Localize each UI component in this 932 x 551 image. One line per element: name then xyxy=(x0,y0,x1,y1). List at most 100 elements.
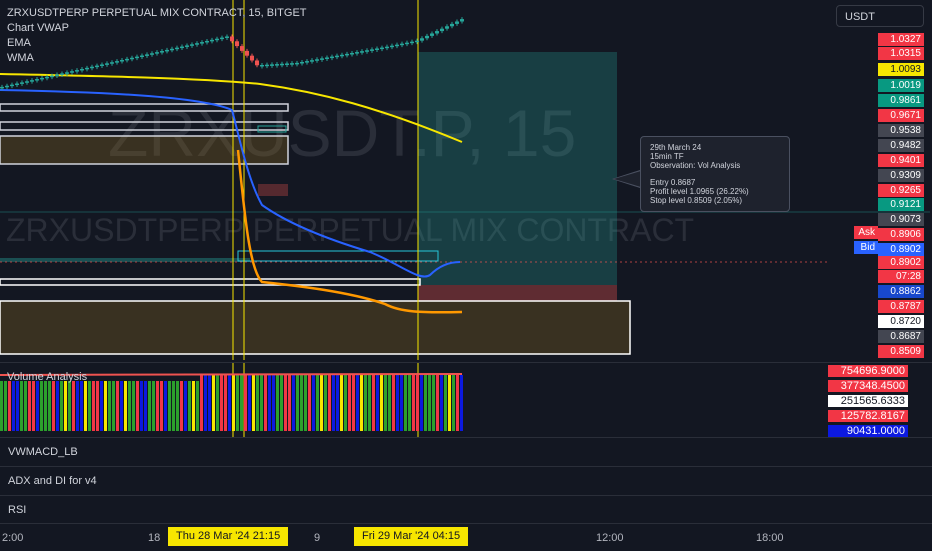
ema-line xyxy=(0,89,461,278)
candle xyxy=(85,67,89,70)
volume-bar xyxy=(228,375,231,431)
candle xyxy=(445,26,449,29)
candle xyxy=(100,64,104,66)
currency-label: USDT xyxy=(845,11,875,23)
volume-bar xyxy=(280,375,283,431)
rsi-pane[interactable]: RSI xyxy=(0,495,932,525)
candle xyxy=(5,85,9,88)
volume-bar xyxy=(284,375,287,431)
candle xyxy=(460,19,464,22)
volume-bar xyxy=(76,381,79,431)
candle xyxy=(240,46,244,51)
symbol-title[interactable]: ZRXUSDTPERP PERPETUAL MIX CONTRACT, 15, … xyxy=(7,7,307,19)
candle xyxy=(335,55,339,58)
candle xyxy=(110,62,114,64)
demand-zone-box xyxy=(0,300,631,355)
price-chart-pane[interactable]: ZRXUSDT.P, 15 ZRXUSDTPERP PERPETUAL MIX … xyxy=(0,0,932,360)
volume-bar xyxy=(272,375,275,431)
candle xyxy=(395,44,399,47)
candle xyxy=(165,49,169,52)
zone-box xyxy=(0,121,289,131)
volume-bar xyxy=(400,375,403,431)
price-level-label: 0.9309 xyxy=(878,169,924,182)
volume-bar xyxy=(192,381,195,431)
volume-pane-title[interactable]: Volume Analysis xyxy=(7,371,87,383)
volume-bar xyxy=(296,375,299,431)
volume-bar xyxy=(32,381,35,431)
candle xyxy=(10,84,14,87)
price-level-label: 0.8720 xyxy=(878,315,924,328)
price-chart-canvas[interactable] xyxy=(0,0,932,360)
candle xyxy=(170,48,174,51)
volume-bar xyxy=(356,375,359,431)
ask-label: Ask xyxy=(854,226,878,239)
candle xyxy=(50,75,54,78)
time-label: 12:00 xyxy=(596,532,624,544)
volume-bar xyxy=(372,375,375,431)
volume-bar xyxy=(196,381,199,431)
candle xyxy=(270,64,274,66)
legend-vwap[interactable]: Chart VWAP xyxy=(7,22,69,34)
candle xyxy=(305,61,309,63)
zone-box xyxy=(0,278,421,286)
candle xyxy=(250,55,254,61)
time-label: 18 xyxy=(148,532,161,544)
volume-bar xyxy=(336,375,339,431)
candle xyxy=(285,63,289,65)
volume-bar xyxy=(408,375,411,431)
volume-bar xyxy=(300,375,303,431)
candle xyxy=(430,33,434,36)
candle xyxy=(150,53,154,55)
price-level-label: 1.0315 xyxy=(878,47,924,60)
candle xyxy=(115,61,119,63)
candle xyxy=(295,62,299,65)
volume-bar xyxy=(116,381,119,431)
candle xyxy=(195,43,199,45)
volume-level-label: 754696.9000 xyxy=(828,365,908,377)
candle xyxy=(355,52,359,54)
volume-bar xyxy=(276,375,279,431)
candle xyxy=(130,57,134,60)
volume-bar xyxy=(24,381,27,431)
adx-pane[interactable]: ADX and DI for v4 xyxy=(0,466,932,496)
candles-group xyxy=(0,17,464,91)
time-axis[interactable]: 2:00 18 Thu 28 Mar '24 21:15 9 Fri 29 Ma… xyxy=(0,523,932,551)
candle xyxy=(435,31,439,34)
legend-wma[interactable]: WMA xyxy=(7,52,34,64)
volume-bar xyxy=(232,375,235,431)
price-level-label: 0.8902 xyxy=(878,256,924,269)
currency-select[interactable]: USDT xyxy=(836,5,924,27)
volume-bar xyxy=(148,381,151,431)
trade-annotation[interactable]: 29th March 24 15min TF Observation: Vol … xyxy=(640,136,790,212)
volume-analysis-pane[interactable]: Volume Analysis 754696.9000 377348.4500 25… xyxy=(0,362,932,437)
vwmacd-pane[interactable]: VWMACD_LB xyxy=(0,437,932,467)
volume-bar xyxy=(80,381,83,431)
volume-bar xyxy=(108,381,111,431)
price-level-label: 0.9121 xyxy=(878,198,924,211)
rsi-title: RSI xyxy=(8,504,27,516)
candle xyxy=(205,40,209,43)
candle xyxy=(400,43,404,46)
candle xyxy=(210,39,214,42)
volume-bar xyxy=(160,381,163,431)
volume-bar xyxy=(56,381,59,431)
candle xyxy=(0,86,4,89)
volume-bar xyxy=(64,381,67,431)
volume-bar xyxy=(364,375,367,431)
volume-bar xyxy=(208,375,211,431)
volume-bar xyxy=(8,381,11,431)
candle xyxy=(260,64,264,67)
legend-ema[interactable]: EMA xyxy=(7,37,31,49)
volume-bar xyxy=(180,381,183,431)
candle xyxy=(365,50,369,52)
volume-bar xyxy=(88,381,91,431)
price-level-label: 0.8906 xyxy=(878,228,924,241)
candle xyxy=(390,45,394,48)
candle xyxy=(15,83,19,86)
volume-level-label: 377348.4500 xyxy=(828,380,908,392)
profit-zone xyxy=(418,52,617,285)
volume-bar xyxy=(132,381,135,431)
price-level-label: 0.9401 xyxy=(878,154,924,167)
candle xyxy=(265,64,269,67)
volume-bar xyxy=(96,381,99,431)
